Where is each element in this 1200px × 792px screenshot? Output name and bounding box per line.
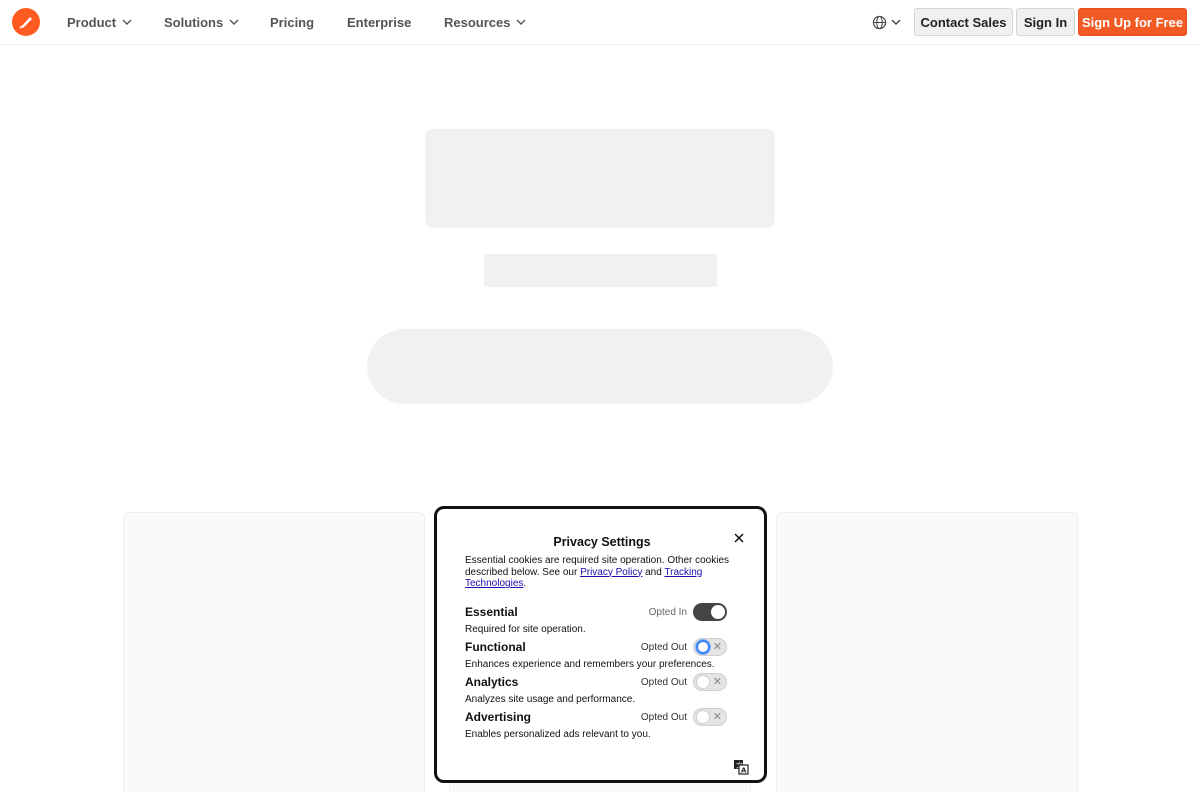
category-analytics-name: Analytics — [465, 675, 519, 689]
category-essential-name: Essential — [465, 605, 518, 619]
contact-sales-button[interactable]: Contact Sales — [914, 8, 1013, 36]
x-icon: ✕ — [712, 676, 722, 688]
category-functional-name: Functional — [465, 640, 526, 654]
toggle-knob — [696, 675, 710, 689]
nav-resources[interactable]: Resources — [444, 0, 526, 44]
nav-enterprise[interactable]: Enterprise — [347, 0, 411, 44]
dialog-title: Privacy Settings — [553, 535, 651, 549]
sign-in-button[interactable]: Sign In — [1016, 8, 1075, 36]
translate-icon[interactable]: 文 A — [733, 759, 749, 775]
category-essential-description: Required for site operation. — [465, 624, 586, 635]
chevron-down-icon — [891, 19, 901, 25]
chevron-down-icon — [122, 19, 132, 25]
privacy-policy-link[interactable]: Privacy Policy — [580, 567, 642, 578]
hero-search-skeleton — [367, 329, 833, 404]
nav-solutions[interactable]: Solutions — [164, 0, 239, 44]
toggle-knob — [711, 605, 725, 619]
nav-resources-label: Resources — [444, 14, 511, 30]
nav-product[interactable]: Product — [67, 0, 132, 44]
category-advertising-description: Enables personalized ads relevant to you… — [465, 729, 651, 740]
sign-up-button[interactable]: Sign Up for Free — [1078, 8, 1187, 36]
functional-toggle[interactable]: ✕ — [693, 638, 727, 656]
category-advertising-name: Advertising — [465, 710, 532, 724]
privacy-settings-dialog: Privacy Settings Essential cookies are r… — [434, 506, 767, 783]
chevron-down-icon — [229, 19, 239, 25]
desc-and: and — [642, 566, 665, 578]
x-icon: ✕ — [712, 711, 722, 723]
hero-title-skeleton — [425, 129, 775, 228]
advertising-toggle[interactable]: ✕ — [693, 708, 727, 726]
toggle-knob — [696, 710, 710, 724]
card-skeleton-left — [123, 512, 425, 792]
category-analytics-status: Opted Out — [640, 677, 687, 688]
category-functional-description: Enhances experience and remembers your p… — [465, 659, 715, 670]
analytics-toggle[interactable]: ✕ — [693, 673, 727, 691]
category-essential-status: Opted In — [648, 607, 687, 618]
category-functional-status: Opted Out — [640, 642, 687, 653]
card-skeleton-right — [776, 512, 1078, 792]
nav-solutions-label: Solutions — [164, 14, 224, 30]
close-icon[interactable] — [732, 531, 746, 545]
dialog-description: Essential cookies are required site oper… — [465, 555, 740, 590]
brand-logo-icon[interactable] — [12, 8, 40, 36]
hero-subtitle-skeleton — [484, 254, 717, 287]
essential-toggle[interactable] — [693, 603, 727, 621]
nav-enterprise-label: Enterprise — [347, 14, 412, 30]
top-nav-bar: Product Solutions Pricing Enterprise Res… — [0, 0, 1200, 45]
x-icon: ✕ — [712, 641, 722, 653]
category-advertising-status: Opted Out — [640, 712, 687, 723]
language-selector[interactable] — [872, 12, 901, 32]
toggle-knob — [696, 640, 710, 654]
chevron-down-icon — [516, 19, 526, 25]
nav-pricing[interactable]: Pricing — [270, 0, 314, 44]
nav-pricing-label: Pricing — [270, 14, 315, 30]
globe-icon — [872, 15, 887, 29]
svg-text:A: A — [741, 767, 747, 775]
desc-suffix: . — [523, 578, 527, 590]
nav-product-label: Product — [67, 14, 117, 30]
category-analytics-description: Analyzes site usage and performance. — [465, 694, 636, 705]
